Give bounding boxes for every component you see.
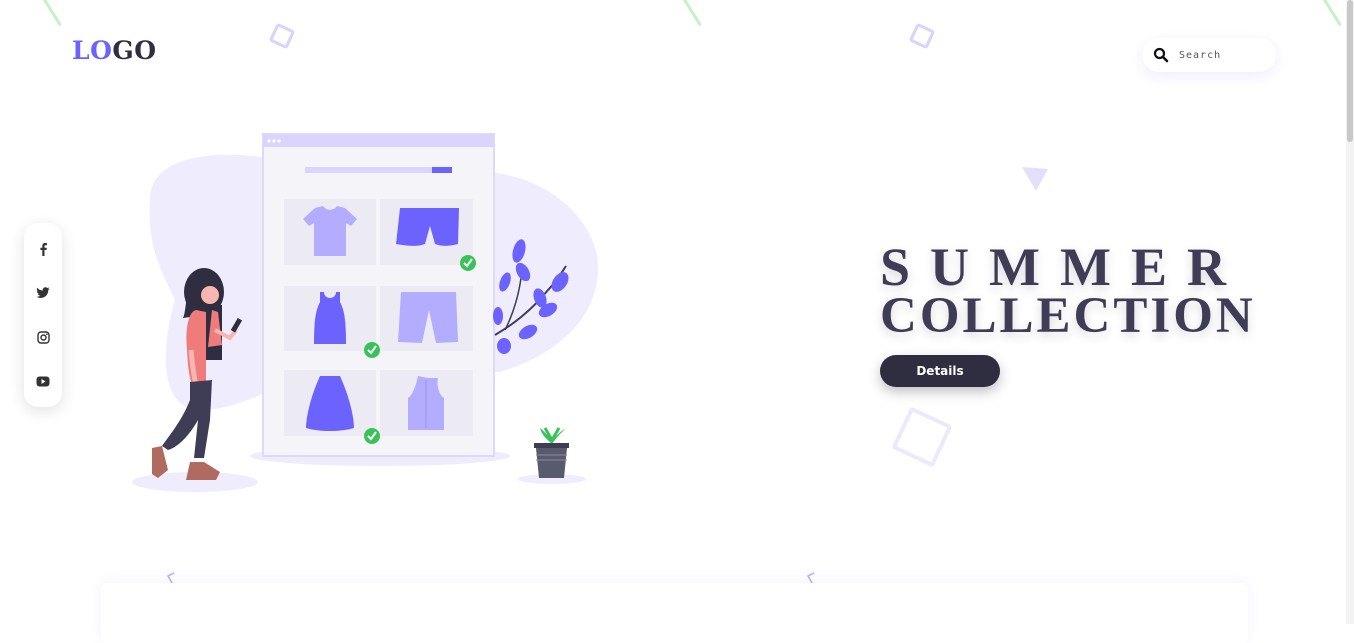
logo-part-accent: LO	[72, 36, 113, 65]
social-bar	[24, 223, 62, 407]
logo[interactable]: LOGO	[72, 36, 157, 65]
decor-triangle	[1022, 167, 1048, 191]
instagram-icon[interactable]	[35, 329, 51, 345]
search-box	[1142, 38, 1276, 72]
decor-line	[41, 0, 62, 27]
facebook-icon[interactable]	[35, 241, 51, 257]
landing-page: LOGO Search SUMMER COLLECTION Details	[0, 0, 1354, 643]
hero-title-line1: SUMMER	[880, 237, 1246, 297]
twitter-icon[interactable]	[35, 285, 51, 301]
hero-title-line2: COLLECTION	[880, 288, 1256, 344]
search-icon[interactable]	[1153, 47, 1169, 63]
decor-square	[908, 22, 936, 50]
logo-part-dark: GO	[112, 36, 157, 65]
decor-line	[681, 0, 702, 27]
details-button[interactable]: Details	[880, 355, 1000, 387]
scrollbar-track[interactable]	[1346, 0, 1354, 624]
decor-square	[268, 22, 296, 50]
decor-square	[891, 406, 953, 468]
content-card	[101, 583, 1248, 643]
shopping-illustration	[132, 133, 599, 492]
scrollbar-thumb[interactable]	[1347, 0, 1353, 142]
search-input[interactable]	[1177, 48, 1271, 62]
decor-line	[1321, 0, 1342, 27]
youtube-icon[interactable]	[35, 373, 51, 389]
